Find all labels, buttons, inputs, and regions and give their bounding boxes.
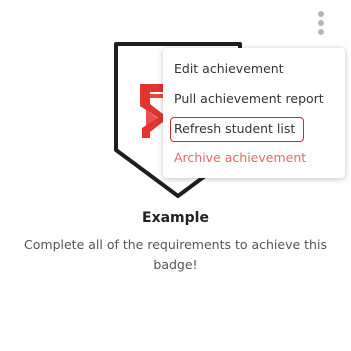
kebab-dot <box>318 20 324 26</box>
menu-item-refresh-student-list[interactable]: Refresh student list <box>163 116 345 142</box>
menu-item-archive-achievement[interactable]: Archive achievement <box>163 145 345 171</box>
badge-title: Example <box>142 210 209 226</box>
badge-description: Complete all of the requirements to achi… <box>24 237 327 272</box>
kebab-dot <box>318 11 324 17</box>
kebab-dot <box>318 29 324 35</box>
more-options-icon[interactable] <box>312 8 330 38</box>
card-options-menu: Edit achievement Pull achievement report… <box>163 48 345 178</box>
menu-item-edit-achievement[interactable]: Edit achievement <box>163 56 345 82</box>
achievement-card: Example Complete all of the requirements… <box>0 0 351 351</box>
menu-item-pull-achievement-report[interactable]: Pull achievement report <box>163 86 345 112</box>
menu-item-label: Pull achievement report <box>174 91 324 106</box>
menu-item-label: Archive achievement <box>174 150 307 165</box>
menu-item-label: Refresh student list <box>174 121 296 136</box>
menu-item-label: Edit achievement <box>174 61 284 76</box>
